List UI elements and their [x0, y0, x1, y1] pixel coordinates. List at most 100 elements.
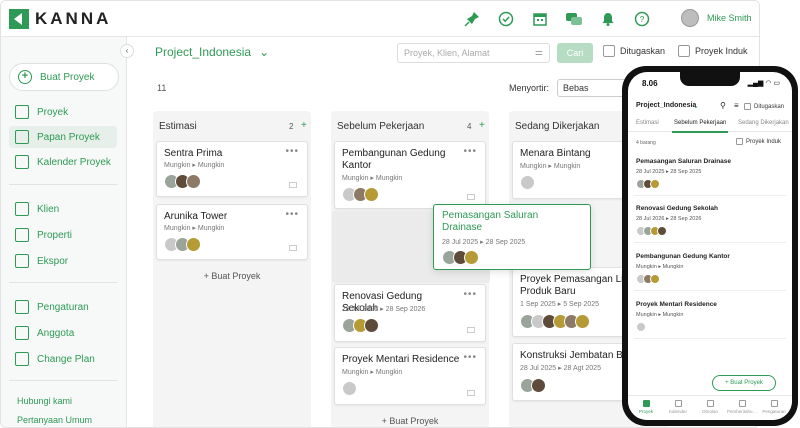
- card-title: Konstruksi Jembatan B: [520, 350, 623, 361]
- divider: [9, 184, 117, 185]
- nav-proyek[interactable]: Proyek: [630, 400, 662, 414]
- tab-estimasi[interactable]: Estimasi: [636, 120, 659, 126]
- mobile-project-title[interactable]: Project_Indonesia: [636, 102, 696, 109]
- sidebar-item-klien[interactable]: Klien: [9, 198, 117, 220]
- sidebar-item-anggota[interactable]: Anggota: [9, 322, 117, 344]
- sidebar-item-ekspor[interactable]: Ekspor: [9, 250, 117, 272]
- kanna-logo[interactable]: KANNA: [9, 9, 111, 29]
- phone-notch: [680, 72, 740, 86]
- project-card[interactable]: Arunika Tower ••• Mungkin ▸ Mungkin: [156, 204, 308, 260]
- nav-label: Pemberitahu…: [726, 409, 757, 414]
- property-icon: [15, 228, 29, 242]
- check-circle-icon[interactable]: [495, 8, 517, 30]
- sidebar-item-papan-proyek[interactable]: Papan Proyek: [9, 126, 117, 148]
- avatar: [520, 175, 535, 190]
- search-input[interactable]: Proyek, Klien, Alamat ⚌: [397, 43, 550, 63]
- mobile-parent-checkbox[interactable]: Proyek Induk: [736, 138, 781, 145]
- help-icon[interactable]: ?: [631, 8, 653, 30]
- mobile-create-project-button[interactable]: + Buat Proyek: [712, 375, 776, 391]
- card-title: Sentra Prima: [164, 148, 223, 159]
- calendar-icon: [15, 155, 29, 169]
- more-icon[interactable]: •••: [463, 352, 477, 363]
- add-card-button[interactable]: +: [301, 120, 307, 131]
- project-card[interactable]: Sentra Prima ••• Mungkin ▸ Mungkin: [156, 141, 308, 197]
- new-project-button[interactable]: + Buat Proyek: [9, 63, 119, 91]
- contact-link[interactable]: Hubungi kami: [17, 396, 72, 406]
- tab-sebelum-pekerjaan[interactable]: Sebelum Pekerjaan: [674, 120, 726, 126]
- mobile-bottom-nav: Proyek Kalender Obrolan Pemberitahu… Pen…: [628, 395, 792, 420]
- kanna-logo-icon: [9, 9, 29, 29]
- mobile-project-card[interactable]: Renovasi Gedung Sekolah 28 Jul 2026 ▸ 28…: [634, 199, 786, 243]
- card-title: Proyek Mentari Residence: [636, 301, 717, 308]
- nav-pemberitahuan[interactable]: Pemberitahu…: [726, 400, 758, 414]
- sidebar-item-change-plan[interactable]: Change Plan: [9, 348, 117, 370]
- status-time: 8.06: [642, 79, 658, 88]
- parent-project-checkbox[interactable]: Proyek Induk: [678, 45, 748, 57]
- mobile-project-card[interactable]: Pembangunan Gedung Kantor Mungkin ▸ Mung…: [634, 247, 786, 291]
- dragged-project-card[interactable]: Pemasangan Saluran Drainase 28 Jul 2025 …: [433, 204, 591, 270]
- nav-label: Kalender: [668, 409, 687, 414]
- project-count: 11: [157, 83, 167, 93]
- avatar: [531, 378, 546, 393]
- card-dates: 1 Sep 2025 ▸ 5 Sep 2025: [520, 301, 600, 308]
- project-title: Project_Indonesia: [155, 45, 252, 59]
- project-card[interactable]: Pembangunan Gedung Kantor ••• Mungkin ▸ …: [334, 141, 486, 209]
- add-card-button[interactable]: +: [479, 120, 485, 131]
- calendar-icon[interactable]: [529, 8, 551, 30]
- board-icon: [15, 130, 29, 144]
- more-icon[interactable]: •••: [463, 146, 477, 157]
- search-button[interactable]: Cari: [557, 43, 593, 63]
- tab-sedang-dikerjakan[interactable]: Sedang Dikerjakan: [738, 120, 789, 126]
- sidebar-item-proyek[interactable]: Proyek: [9, 101, 117, 123]
- mobile-project-card[interactable]: Pemasangan Saluran Drainase 28 Jul 2025 …: [634, 152, 786, 196]
- user-menu[interactable]: Mike Smith: [681, 9, 752, 27]
- mobile-project-card[interactable]: Proyek Mentari Residence Mungkin ▸ Mungk…: [634, 295, 786, 339]
- filter-icon[interactable]: ≡: [734, 101, 739, 110]
- sort-select[interactable]: Bebas: [557, 79, 627, 97]
- divider: [9, 380, 117, 381]
- sidebar-item-properti[interactable]: Properti: [9, 224, 117, 246]
- project-selector[interactable]: Project_Indonesia ⌄: [155, 45, 269, 59]
- card-avatars: [164, 237, 201, 252]
- card-avatars: [342, 187, 379, 202]
- avatar: [464, 250, 479, 265]
- faq-link[interactable]: Pertanyaan Umum: [17, 415, 92, 425]
- project-card[interactable]: Renovasi Gedung Sekolah ••• 28 Jul 2026 …: [334, 284, 486, 342]
- card-title: Pemasangan Saluran Drainase: [636, 158, 732, 165]
- project-card[interactable]: Proyek Mentari Residence ••• Mungkin ▸ M…: [334, 347, 486, 405]
- card-title: Proyek Pemasangan Lin Produk Baru: [520, 274, 629, 297]
- plus-icon: +: [18, 70, 32, 84]
- more-icon[interactable]: •••: [285, 209, 299, 220]
- card-title: Arunika Tower: [164, 211, 228, 222]
- card-avatars: [636, 322, 646, 332]
- avatar: [650, 274, 660, 284]
- nav-pengaturan[interactable]: Pengaturan: [758, 400, 790, 414]
- bell-icon[interactable]: [597, 8, 619, 30]
- sidebar-item-kalender-proyek[interactable]: Kalender Proyek: [9, 151, 117, 173]
- card-dates: 28 Jul 2026 ▸ 28 Sep 2026: [636, 216, 702, 222]
- card-title: Pembangunan Gedung Kantor: [342, 148, 446, 171]
- sidebar: + Buat Proyek Proyek Papan Proyek Kalend…: [1, 37, 127, 427]
- nav-obrolan[interactable]: Obrolan: [694, 400, 726, 414]
- collapse-sidebar-button[interactable]: ‹: [120, 44, 134, 58]
- search-icon[interactable]: ⚲: [720, 101, 726, 110]
- assigned-checkbox[interactable]: Ditugaskan: [603, 45, 665, 57]
- chevron-down-icon[interactable]: ⌄: [693, 102, 699, 110]
- nav-kalender[interactable]: Kalender: [662, 400, 694, 414]
- column-count: 2: [289, 122, 294, 131]
- avatar: [650, 179, 660, 189]
- sidebar-item-pengaturan[interactable]: Pengaturan: [9, 296, 117, 318]
- app-root: KANNA ? Mike Smith + Buat Proyek Proyek …: [0, 0, 800, 428]
- checkbox-box: [678, 45, 690, 57]
- mobile-assigned-checkbox[interactable]: Ditugaskan: [744, 103, 784, 110]
- card-dates: 28 Jul 2025 ▸ 28 Agt 2025: [520, 365, 601, 372]
- card-menu-icon: [467, 194, 475, 200]
- chat-icon[interactable]: [563, 8, 585, 30]
- create-project-link[interactable]: + Buat Proyek: [331, 416, 489, 426]
- chevron-down-icon: ⌄: [259, 45, 270, 59]
- create-project-link[interactable]: + Buat Proyek: [153, 271, 311, 281]
- pin-icon[interactable]: [461, 8, 483, 30]
- more-icon[interactable]: •••: [285, 146, 299, 157]
- avatar: [575, 314, 590, 329]
- more-icon[interactable]: •••: [463, 289, 477, 300]
